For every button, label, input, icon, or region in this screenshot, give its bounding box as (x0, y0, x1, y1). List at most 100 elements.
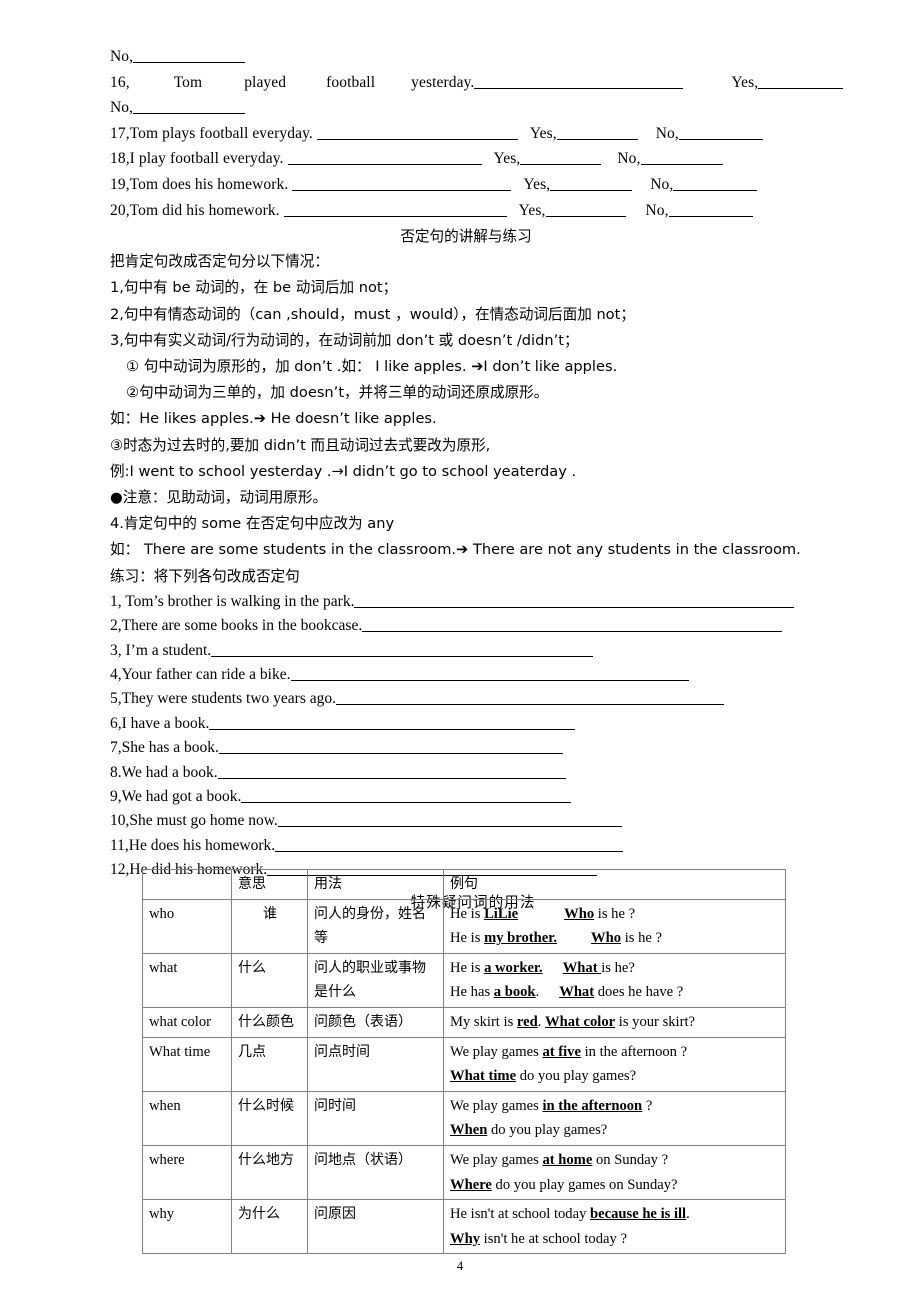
answer-blank[interactable] (275, 838, 624, 852)
answer-blank[interactable] (277, 813, 622, 828)
example-highlight: red (516, 1013, 538, 1030)
answer-blank[interactable] (287, 151, 482, 166)
table-row: who 谁问人的身份，姓名等 He is LiLie Who is he ? He is… (142, 898, 786, 954)
usage-cell: 问时间 (307, 1090, 444, 1146)
q17-no-label: No, (655, 124, 679, 142)
usage-text: 问人的身份，姓名等 (314, 905, 426, 947)
answer-blank[interactable] (545, 203, 626, 217)
question-17: 17,Tom plays football everyday. Yes, No, (110, 121, 822, 147)
practice-item-text: 2,There are some books in the bookcase. (110, 617, 363, 635)
answer-blank[interactable] (673, 177, 758, 191)
answer-blank[interactable] (668, 203, 753, 217)
example-sentence: Why isn't he at school today ? (450, 1230, 627, 1247)
table-header-label: 用法 (314, 876, 342, 892)
answer-blank[interactable] (550, 177, 633, 191)
usage-text: 问点时间 (314, 1043, 370, 1060)
answer-blank[interactable] (316, 126, 518, 140)
usage-text: 问人的职业或事物是什么 (314, 959, 426, 1001)
answer-blank[interactable] (354, 594, 795, 608)
answer-blank[interactable] (758, 75, 844, 89)
example-sentence: Where do you play games on Sunday? (450, 1176, 678, 1193)
meaning-cell: 什么地方 (231, 1144, 308, 1201)
question-word-highlight: What time (450, 1068, 517, 1085)
practice-item-text: 6,I have a book. (110, 714, 210, 732)
question-16: 16, Tom played football yesterday. Yes, (110, 70, 844, 96)
q19-yes-label: Yes, (523, 175, 551, 193)
example-sentence: What time do you play games? (450, 1068, 637, 1085)
negation-example-3: 如： There are some students in the classr… (110, 541, 801, 559)
table-header-cell: 意思 (231, 869, 308, 900)
example-sentence: When do you play games? (450, 1122, 608, 1139)
question-word-highlight: Why (450, 1230, 481, 1247)
answer-blank[interactable] (362, 618, 783, 633)
meaning-cell: 谁 (231, 898, 308, 954)
practice-item: 8.We had a book. (110, 761, 822, 785)
table-row: where 什么地方 问地点（状语） We play games at home on… (142, 1144, 786, 1201)
table-row: what 什么 问人的职业或事物是什么 He is a worker. What is … (142, 952, 786, 1008)
answer-blank[interactable] (209, 716, 576, 730)
answer-blank[interactable] (474, 75, 684, 89)
practice-item-text: 8.We had a book. (110, 763, 218, 781)
table-row: What time 几点 问点时间 We play games at five in … (142, 1036, 786, 1092)
answer-blank[interactable] (133, 100, 246, 115)
question-word-cell: why (142, 1199, 232, 1255)
meaning-text: 什么颜色 (238, 1013, 294, 1030)
q17-text: 17,Tom plays football everyday. (110, 124, 313, 142)
practice-item-text: 11,He does his homework. (110, 836, 276, 854)
question-word-highlight: What (559, 984, 595, 1001)
question-19: 19,Tom does his homework. Yes, No, (110, 172, 822, 198)
question-word-highlight: Who (591, 930, 622, 947)
answer-blank[interactable] (335, 691, 724, 706)
usage-cell: 问人的身份，姓名等 (307, 898, 444, 954)
q16-word-2: football (326, 73, 376, 91)
answer-blank[interactable] (283, 203, 507, 217)
practice-heading: 练习：将下列各句改成否定句 (110, 567, 300, 585)
negation-section-title: 否定句的讲解与练习 (400, 228, 532, 246)
answer-blank[interactable] (218, 740, 563, 755)
q18-yes-label: Yes, (493, 150, 521, 168)
usage-text: 问颜色（表语） (314, 1013, 412, 1030)
table-header-cell (142, 869, 232, 900)
example-highlight: because he is ill (590, 1206, 687, 1223)
q18-no-label: No, (617, 150, 641, 168)
answer-blank[interactable] (520, 151, 602, 166)
q19-text: 19,Tom does his homework. (110, 175, 289, 193)
example-highlight: at home (542, 1151, 593, 1168)
example-sentence: He is a worker. What is he? (450, 959, 635, 976)
example-sentence: My skirt is red. What color is your skir… (450, 1013, 695, 1030)
page-number: 4 (456, 1258, 464, 1273)
answer-blank[interactable] (241, 789, 572, 804)
q20-yes-label: Yes, (518, 201, 546, 219)
question-18: 18,I play football everyday. Yes, No, (110, 146, 822, 172)
document-page: No, 16, Tom played football yesterday. Yes, N… (0, 0, 920, 1302)
answer-blank[interactable] (556, 126, 638, 140)
example-sentence: We play games at five in the afternoon ? (450, 1043, 688, 1060)
practice-item-text: 1, Tom’s brother is walking in the park. (110, 592, 355, 610)
table-header-cell: 用法 (307, 869, 444, 900)
example-cell: We play games at home on Sunday ? Where d… (443, 1144, 786, 1201)
negation-rule-3c: ③时态为过去时的,要加 didn’t 而且动词过去式要改为原形, (110, 436, 491, 454)
answer-blank[interactable] (211, 643, 594, 657)
meaning-cell: 为什么 (231, 1199, 308, 1255)
q16-word-1: played (244, 73, 287, 91)
q16-word-0: Tom (173, 73, 203, 91)
q17-yes-label: Yes, (529, 124, 557, 142)
question-word-cell: what (142, 952, 232, 1008)
answer-blank[interactable] (640, 151, 723, 166)
usage-text: 问地点（状语） (314, 1151, 412, 1168)
answer-blank[interactable] (217, 765, 566, 779)
answer-blank[interactable] (290, 667, 689, 682)
question-word-cell: where (142, 1144, 232, 1201)
table-row: when 什么时候 问时间 We play games in the afternoo… (142, 1090, 786, 1146)
q16-no-label: No, (110, 99, 134, 117)
usage-text: 问原因 (314, 1206, 356, 1223)
example-highlight: my brother. (484, 930, 558, 947)
question-word-cell: what color (142, 1006, 232, 1038)
example-highlight: in the afternoon (542, 1097, 643, 1114)
usage-cell: 问地点（状语） (307, 1144, 444, 1201)
answer-blank[interactable] (678, 126, 763, 140)
answer-blank[interactable] (133, 49, 246, 63)
question-word-cell: who (142, 898, 232, 954)
practice-item: 9,We had got a book. (110, 785, 822, 809)
answer-blank[interactable] (292, 177, 512, 191)
